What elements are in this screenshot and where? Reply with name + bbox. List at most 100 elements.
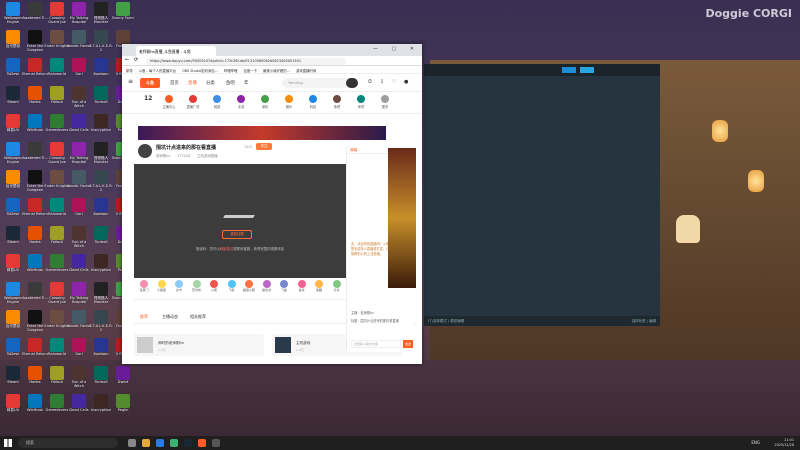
tab-related[interactable]: 相关推荐 bbox=[190, 314, 206, 320]
room-category[interactable]: 主机游戏直播 bbox=[197, 154, 217, 158]
windows-start-icon[interactable] bbox=[4, 439, 12, 447]
app-icon bbox=[28, 142, 42, 156]
url-field[interactable]: https://www.douyu.com/5500010?dyshid=173… bbox=[146, 58, 346, 65]
tab-dynamics[interactable]: 主播动态 bbox=[162, 314, 178, 320]
gift-item[interactable]: 魔法书 bbox=[259, 280, 275, 292]
desktop-icon-label: Dwarf bbox=[117, 380, 129, 384]
browser-tab[interactable]: 老师刚hs直播_斗鱼直播 - 斗鱼 bbox=[136, 46, 216, 56]
send-button[interactable]: 发送 bbox=[403, 340, 413, 348]
chrome-icon[interactable] bbox=[170, 439, 178, 447]
streamer-name[interactable]: 老师刚hs bbox=[156, 154, 170, 158]
refresh-link[interactable]: 刷新重试 bbox=[220, 247, 234, 251]
language-indicator[interactable]: ENG bbox=[751, 440, 760, 445]
app-icon bbox=[50, 282, 64, 296]
gift-label: 魔法书 bbox=[261, 288, 271, 292]
app-icon bbox=[94, 114, 108, 128]
edge-icon[interactable] bbox=[156, 439, 164, 447]
history-icon[interactable]: ⏱ bbox=[368, 79, 372, 85]
category-item[interactable]: 网游 bbox=[210, 95, 224, 109]
search-input[interactable]: Yemiing bbox=[282, 78, 356, 88]
category-icon bbox=[213, 95, 221, 103]
gift-item[interactable]: 火箭 bbox=[206, 280, 222, 292]
streamer-avatar[interactable] bbox=[138, 144, 152, 158]
category-item[interactable]: 主播中心 bbox=[162, 95, 176, 109]
taskbar-search[interactable]: 搜索 bbox=[18, 438, 118, 448]
bookmark-item[interactable]: 哔哩哔哩 bbox=[224, 69, 238, 73]
back-icon[interactable]: ← bbox=[125, 57, 129, 63]
bookmark-item[interactable]: 斗鱼 - 每个人的直播平台 bbox=[139, 69, 176, 73]
bookmark-item[interactable]: 百度一下 bbox=[243, 69, 257, 73]
app-icon[interactable] bbox=[212, 439, 220, 447]
refresh-icon[interactable]: ⟳ bbox=[134, 57, 138, 63]
category-item[interactable]: 手游 bbox=[234, 95, 248, 109]
recommend-card[interactable]: 师时的老师刚hs 1.3万 bbox=[134, 334, 264, 356]
app-icon bbox=[28, 226, 42, 240]
nav-category[interactable]: 分类 bbox=[206, 80, 215, 86]
desktop-icon[interactable]: Peglin bbox=[110, 394, 136, 422]
search-icon[interactable] bbox=[346, 78, 358, 88]
video-player[interactable]: 重新加载 错误码：您可以刷新重试或联系客服，获得完整的观看体验 bbox=[134, 164, 346, 278]
menu-icon[interactable]: ≡ bbox=[128, 78, 133, 85]
toolbar-button[interactable] bbox=[580, 67, 594, 73]
category-item[interactable]: 娱乐 bbox=[282, 95, 296, 109]
bookmark-item[interactable]: 新导 bbox=[126, 69, 133, 73]
app-icon bbox=[50, 30, 64, 44]
app-icon bbox=[6, 338, 20, 352]
category-item[interactable]: 鱼吧 bbox=[330, 95, 344, 109]
gift-item[interactable]: 小星星 bbox=[154, 280, 170, 292]
avatar[interactable]: ● bbox=[404, 79, 408, 85]
bookmark-item[interactable]: 游戏直播时间 bbox=[296, 69, 316, 73]
nav-live[interactable]: 直播 bbox=[188, 80, 197, 86]
retry-button[interactable]: 重新加载 bbox=[222, 230, 252, 239]
app-icon bbox=[50, 86, 64, 100]
gift-item[interactable]: 办卡 bbox=[171, 280, 187, 292]
steam-icon[interactable] bbox=[184, 439, 192, 447]
gift-item[interactable]: 超级火箭 bbox=[241, 280, 257, 292]
category-item[interactable]: 体育 bbox=[354, 95, 368, 109]
douyu-icon[interactable] bbox=[198, 439, 206, 447]
desktop-icon[interactable]: Bunny Farm bbox=[110, 2, 136, 30]
app-icon bbox=[6, 86, 20, 100]
category-item[interactable]: 科技 bbox=[306, 95, 320, 109]
task-view-icon[interactable] bbox=[128, 439, 136, 447]
ad-banner[interactable] bbox=[388, 148, 416, 288]
chat-input[interactable]: 这里输入聊天内容 bbox=[351, 340, 401, 348]
heart-icon[interactable]: ♡ bbox=[392, 79, 396, 85]
app-icon bbox=[50, 394, 64, 408]
desktop-icon[interactable]: Dwarf bbox=[110, 366, 136, 394]
clock[interactable]: 21:01 2025/12/28 bbox=[774, 438, 794, 448]
watermark-logo: Doggie CORGI bbox=[705, 7, 792, 20]
download-icon[interactable]: ⇩ bbox=[380, 79, 384, 85]
category-item[interactable]: 单机 bbox=[258, 95, 272, 109]
event-banner[interactable] bbox=[138, 126, 386, 140]
gift-icon bbox=[175, 280, 183, 288]
window-controls[interactable]: — ▢ ✕ bbox=[373, 46, 420, 52]
tab-recommend[interactable]: 推荐 bbox=[140, 314, 148, 320]
app-icon bbox=[50, 114, 64, 128]
category-item[interactable]: 直播广场 bbox=[186, 95, 200, 109]
app-icon bbox=[28, 86, 42, 100]
dark-app-window[interactable]: (T)选择模式 | 模型编辑 选择标签 | 编辑 bbox=[424, 64, 660, 326]
bookmark-item[interactable]: OBS Studio如何添加... bbox=[182, 69, 218, 73]
recommend-title: 师时的老师刚hs bbox=[158, 341, 184, 345]
gift-item[interactable]: 飞船 bbox=[276, 280, 292, 292]
nav-year[interactable]: 年 bbox=[244, 80, 248, 86]
category-icon bbox=[309, 95, 317, 103]
browser-window[interactable]: 老师刚hs直播_斗鱼直播 - 斗鱼 — ▢ ✕ ← ⟳ https://www.… bbox=[122, 44, 422, 364]
gift-item[interactable]: 发糖 bbox=[311, 280, 327, 292]
file-explorer-icon[interactable] bbox=[142, 439, 150, 447]
follow-button[interactable]: 关注 bbox=[256, 143, 272, 150]
nav-fishbar[interactable]: 鱼吧 bbox=[226, 80, 235, 86]
category-item[interactable]: 更多 bbox=[378, 95, 392, 109]
toolbar-button[interactable] bbox=[562, 67, 576, 73]
bookmark-item[interactable]: 最美小妹好看的... bbox=[263, 69, 290, 73]
nav-home[interactable]: 首页 bbox=[170, 80, 179, 86]
gift-item[interactable]: 任意门 bbox=[136, 280, 152, 292]
site-logo[interactable]: 斗鱼 bbox=[140, 78, 160, 88]
gift-item[interactable]: 飞机 bbox=[224, 280, 240, 292]
app-icon bbox=[72, 394, 86, 408]
gift-item[interactable]: 喜欢 bbox=[294, 280, 310, 292]
recommend-meta: 1.3万 bbox=[158, 348, 166, 352]
gift-item[interactable]: 分享 bbox=[329, 280, 345, 292]
gift-item[interactable]: 荧光棒 bbox=[189, 280, 205, 292]
